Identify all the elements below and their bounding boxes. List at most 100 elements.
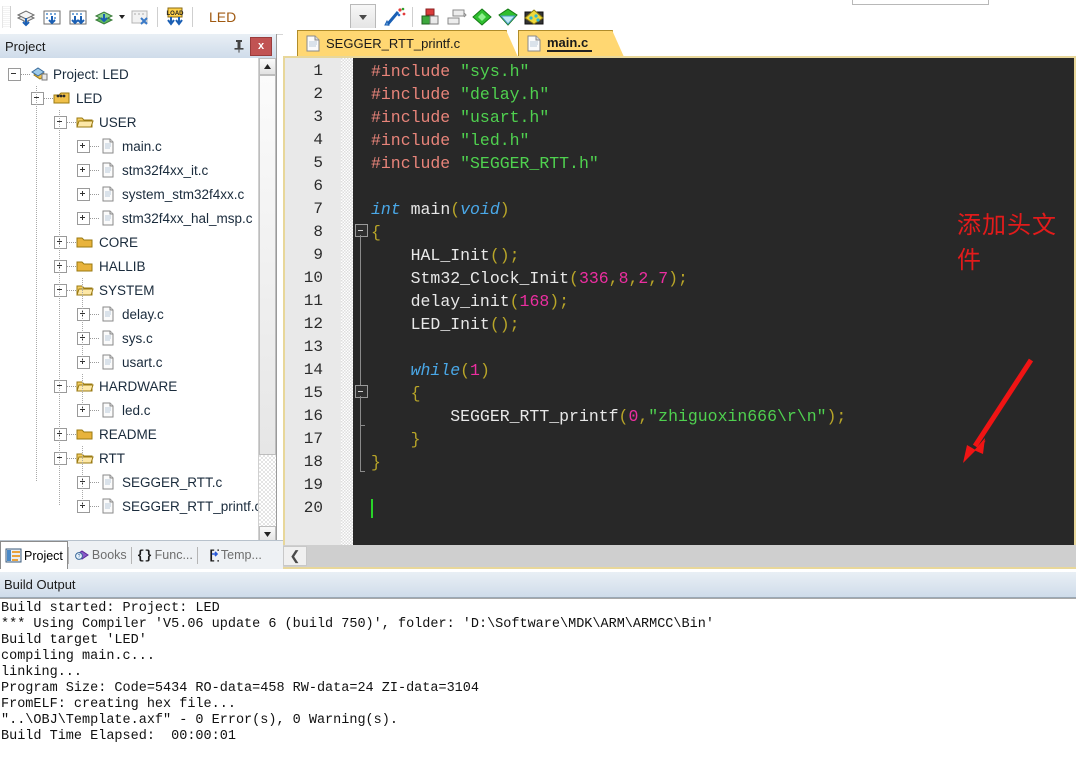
clear-icon[interactable]	[127, 4, 153, 30]
open-file-icon[interactable]	[39, 4, 65, 30]
editor-tab[interactable]: SEGGER_RTT_printf.c	[297, 30, 518, 57]
fold-toggle-icon[interactable]	[355, 224, 368, 237]
tree-node[interactable]: LED	[0, 86, 258, 110]
tree-node[interactable]: led.c	[0, 398, 258, 422]
manage-project-items-icon[interactable]	[417, 4, 443, 30]
tree-node[interactable]: CORE	[0, 230, 258, 254]
tree-node[interactable]: system_stm32f4xx.c	[0, 182, 258, 206]
target-select-arrow[interactable]	[350, 4, 376, 30]
scrollbar-thumb[interactable]	[259, 75, 276, 455]
panel-tab-project[interactable]: Project	[0, 541, 68, 569]
expand-icon[interactable]	[77, 403, 90, 417]
expand-icon[interactable]	[77, 211, 90, 225]
scroll-left-icon[interactable]: ❮	[283, 546, 307, 566]
folder-open-icon	[76, 378, 94, 394]
code-folding-margin[interactable]	[353, 58, 369, 567]
collapse-icon[interactable]	[8, 67, 21, 81]
tree-node-label: Project: LED	[53, 66, 129, 82]
svg-text:LOAD: LOAD	[167, 11, 185, 17]
line-number: 4	[313, 131, 323, 149]
collapse-icon[interactable]	[31, 91, 44, 105]
scroll-up-icon[interactable]	[259, 58, 276, 75]
target-select[interactable]: LED	[201, 4, 376, 30]
toolbar-separator	[157, 7, 158, 27]
tree-node[interactable]: README	[0, 422, 258, 446]
svg-text:?: ?	[78, 554, 81, 560]
build-target-icon[interactable]	[469, 4, 495, 30]
tree-node[interactable]: sys.c	[0, 326, 258, 350]
close-icon[interactable]: x	[250, 36, 272, 56]
expand-icon[interactable]	[77, 163, 90, 177]
build-output-panel: Build Output Build started: Project: LED…	[0, 572, 1076, 762]
tree-node[interactable]: stm32f4xx_it.c	[0, 158, 258, 182]
panel-tab-books[interactable]: ? Books	[69, 542, 131, 568]
tree-node[interactable]: usart.c	[0, 350, 258, 374]
target-select-value[interactable]: LED	[201, 9, 350, 25]
chevron-down-icon[interactable]	[117, 5, 127, 29]
save-all-icon[interactable]	[91, 4, 117, 30]
panel-tab-func[interactable]: {} Func...	[132, 542, 197, 568]
project-tree[interactable]: Project: LED LED USER main.c stm32f4xx_it.cs…	[0, 58, 276, 543]
save-file-icon[interactable]	[65, 4, 91, 30]
file-icon	[526, 35, 542, 52]
code-line: }	[410, 430, 421, 449]
expand-icon[interactable]	[77, 139, 90, 153]
expand-icon[interactable]	[54, 235, 67, 249]
expand-icon[interactable]	[77, 499, 90, 513]
batch-build-icon[interactable]	[443, 4, 469, 30]
code-editor[interactable]: 1 2 3 4 5 6 7 8 9 10 11 12 13 14 15 16 17 18 19 20 #include…	[283, 56, 1076, 569]
expand-icon[interactable]	[77, 475, 90, 489]
expand-icon[interactable]	[77, 331, 90, 345]
expand-icon[interactable]	[54, 259, 67, 273]
project-panel-header: Project x	[0, 34, 276, 59]
build-output-text[interactable]: Build started: Project: LED *** Using Com…	[0, 598, 1076, 762]
project-tree-scrollbar-vertical[interactable]	[258, 58, 276, 543]
tree-node[interactable]: HARDWARE	[0, 374, 258, 398]
tree-node[interactable]: Project: LED	[0, 62, 258, 86]
tree-node[interactable]: SEGGER_RTT_printf.c	[0, 494, 261, 518]
collapse-icon[interactable]	[54, 283, 67, 297]
tree-node-label: stm32f4xx_it.c	[122, 162, 209, 178]
tree-connector	[90, 169, 99, 171]
expand-icon[interactable]	[77, 355, 90, 369]
code-line: #include "led.h"	[371, 131, 530, 150]
collapse-icon[interactable]	[54, 379, 67, 393]
editor-scrollbar-horizontal[interactable]: ❮	[283, 545, 1076, 567]
scrollbar-track[interactable]	[259, 455, 276, 526]
tree-node[interactable]: USER	[0, 110, 258, 134]
folder-open-icon	[76, 114, 94, 130]
fold-toggle-icon[interactable]	[355, 385, 368, 398]
load-to-flash-icon[interactable]: LOAD	[162, 4, 188, 30]
collapse-icon[interactable]	[54, 115, 67, 129]
rebuild-all-icon[interactable]	[495, 4, 521, 30]
tree-node[interactable]: stm32f4xx_hal_msp.c	[0, 206, 258, 230]
tree-node[interactable]: delay.c	[0, 302, 258, 326]
tree-node[interactable]: HALLIB	[0, 254, 258, 278]
tree-node[interactable]: SYSTEM	[0, 278, 258, 302]
tree-connector	[44, 97, 53, 99]
new-file-icon[interactable]	[13, 4, 39, 30]
line-number-gutter: 1 2 3 4 5 6 7 8 9 10 11 12 13 14 15 16 17 18 19 20	[285, 58, 357, 567]
expand-icon[interactable]	[77, 187, 90, 201]
translate-file-icon[interactable]	[521, 4, 547, 30]
magic-wand-icon[interactable]	[382, 4, 408, 30]
tree-node[interactable]: main.c	[0, 134, 258, 158]
fold-line	[360, 426, 361, 471]
pin-icon[interactable]	[230, 37, 248, 55]
editor-tab[interactable]: main.c	[518, 30, 624, 57]
tree-node[interactable]: RTT	[0, 446, 258, 470]
line-number: 12	[303, 315, 323, 333]
tree-node-label: stm32f4xx_hal_msp.c	[122, 210, 253, 226]
background-window-fragment	[852, 0, 989, 5]
code-text[interactable]: #include "sys.h" #include "delay.h" #inclu…	[371, 60, 1074, 567]
panel-tab-label: Temp...	[220, 548, 262, 562]
collapse-icon[interactable]	[54, 451, 67, 465]
toolbar-grip[interactable]	[2, 6, 11, 28]
expand-icon[interactable]	[77, 307, 90, 321]
code-line: #include "SEGGER_RTT.h"	[371, 154, 599, 173]
expand-icon[interactable]	[54, 427, 67, 441]
tree-node[interactable]: SEGGER_RTT.c	[0, 470, 258, 494]
panel-tab-temp[interactable]: []Temp...	[198, 542, 266, 568]
code-line: #include "delay.h"	[371, 85, 550, 104]
